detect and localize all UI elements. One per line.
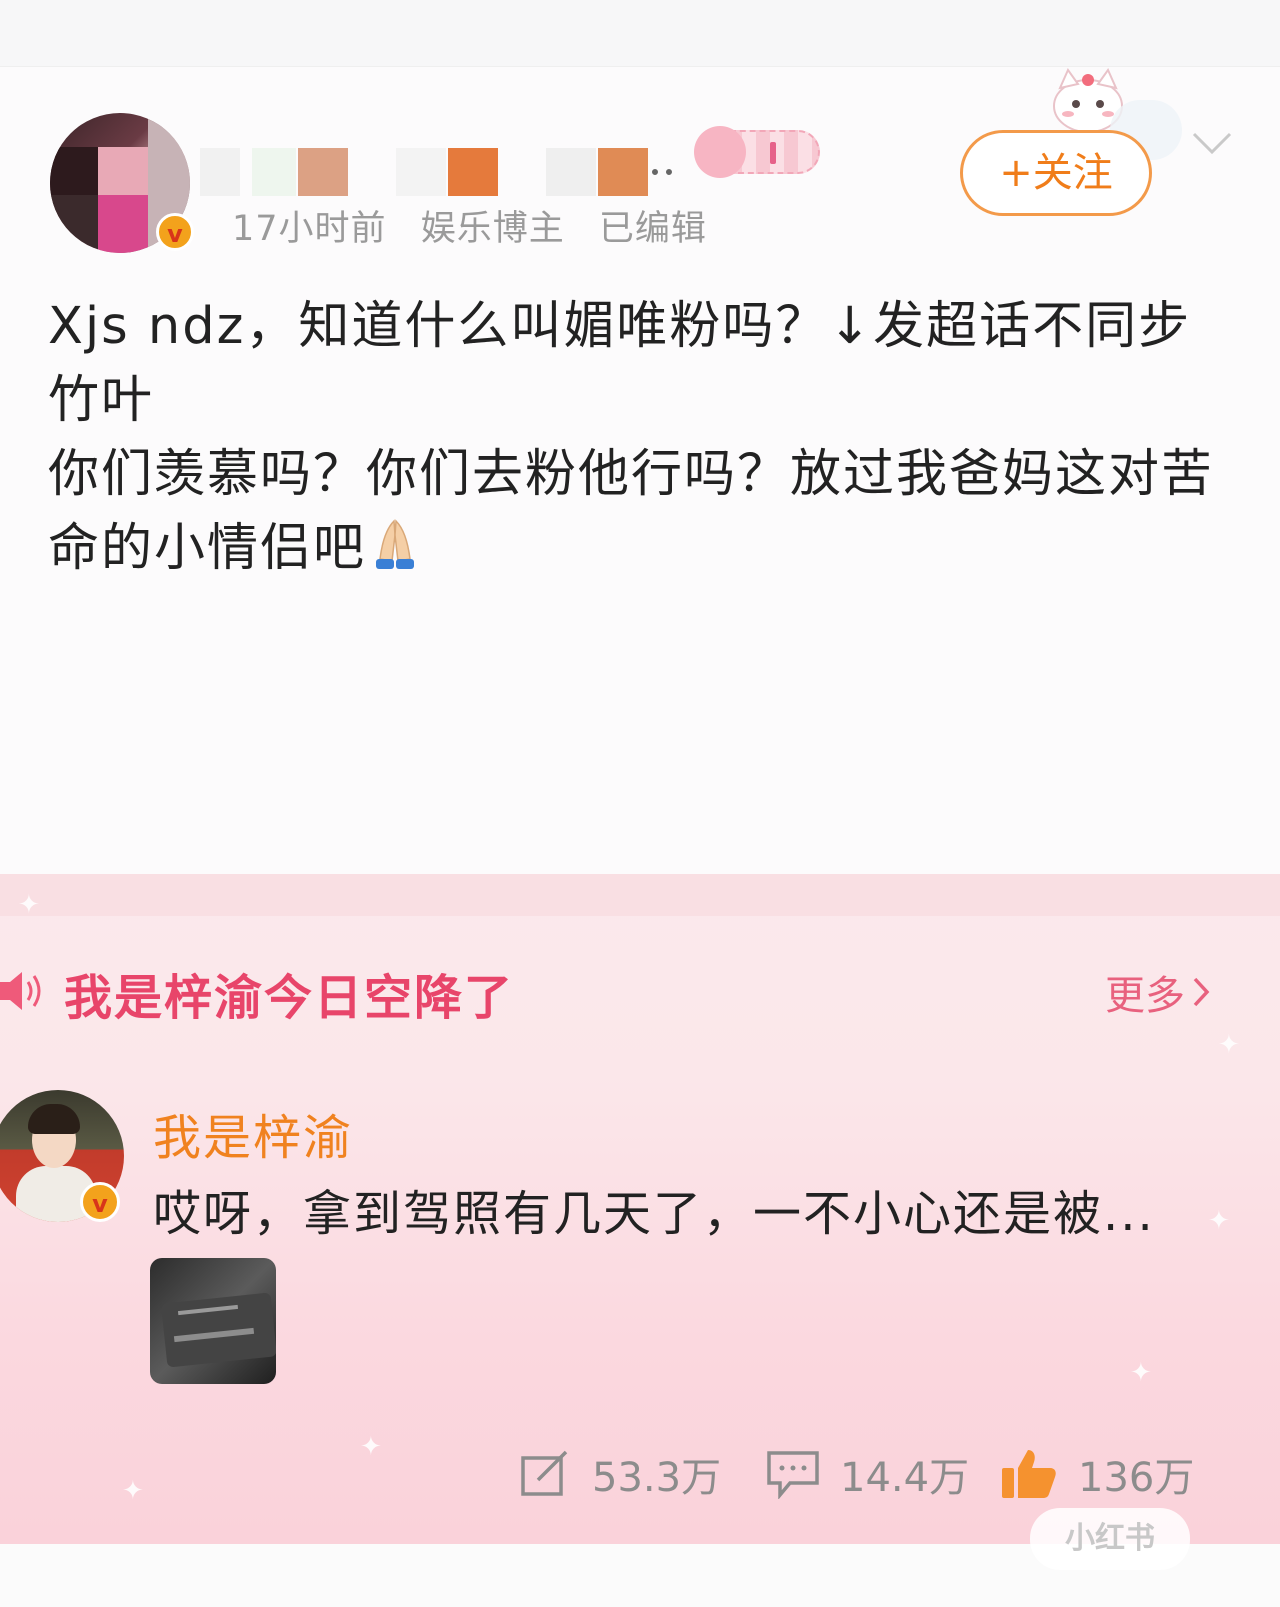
message-image-thumbnail[interactable] xyxy=(150,1258,276,1384)
user-message[interactable]: 哎呀，拿到驾照有几天了，一不小心还是被... xyxy=(153,1174,1155,1244)
post-meta: 17小时前 娱乐博主 已编辑 xyxy=(232,200,729,251)
post-line-2-text: 你们羡慕吗？你们去粉他行吗？放过我爸妈这对苦命的小情侣吧 xyxy=(48,445,1215,578)
author-avatar[interactable]: v xyxy=(50,113,200,253)
chevron-down-icon[interactable] xyxy=(1190,128,1234,158)
sparkle-decoration: ✦ xyxy=(1218,1030,1240,1060)
like-icon xyxy=(1002,1450,1056,1498)
speaker-icon xyxy=(0,972,41,1010)
user-name[interactable]: 我是梓渝 xyxy=(153,1098,353,1168)
post-line-2: 你们羡慕吗？你们去粉他行吗？放过我爸妈这对苦命的小情侣吧 xyxy=(48,438,1243,586)
sparkle-decoration: ✦ xyxy=(360,1432,382,1462)
sparkle-decoration: ✦ xyxy=(18,890,40,920)
top-strip xyxy=(0,0,1280,67)
post-time: 17小时前 xyxy=(232,209,387,249)
more-label: 更多 xyxy=(1105,973,1185,1019)
like-count: 136万 xyxy=(1078,1455,1195,1501)
comment-icon xyxy=(767,1451,819,1499)
repost-stat[interactable]: 53.3万 xyxy=(520,1448,722,1501)
sparkle-decoration: ✦ xyxy=(1130,1358,1152,1388)
repost-icon xyxy=(521,1450,568,1496)
comment-stat[interactable]: 14.4万 xyxy=(766,1448,970,1501)
more-link[interactable]: 更多 xyxy=(1105,963,1211,1021)
pray-emoji-icon xyxy=(376,519,415,569)
sparkle-decoration: ✦ xyxy=(122,1476,144,1506)
repost-count: 53.3万 xyxy=(592,1455,722,1501)
post-line-1: Xjs ndz，知道什么叫媚唯粉吗？↓发超话不同步竹叶 xyxy=(48,297,1192,430)
edited-label: 已编辑 xyxy=(598,209,707,249)
chevron-right-icon xyxy=(1193,977,1210,1007)
author-name-blurred[interactable] xyxy=(200,145,720,200)
decoration-badge xyxy=(694,126,820,178)
v-badge-icon: v xyxy=(156,213,194,251)
like-stat[interactable]: 136万 xyxy=(1000,1448,1195,1501)
watermark: 小红书 xyxy=(1030,1508,1190,1570)
follow-button[interactable]: +关注 xyxy=(960,130,1152,216)
v-badge-icon: v xyxy=(80,1182,120,1222)
sparkle-decoration: ✦ xyxy=(1208,1206,1230,1236)
topic-title[interactable]: 我是梓渝今日空降了 xyxy=(64,958,514,1028)
comment-count: 14.4万 xyxy=(840,1455,970,1501)
author-role: 娱乐博主 xyxy=(420,209,565,249)
post-content: Xjs ndz，知道什么叫媚唯粉吗？↓发超话不同步竹叶 你们羡慕吗？你们去粉他行… xyxy=(48,290,1243,586)
